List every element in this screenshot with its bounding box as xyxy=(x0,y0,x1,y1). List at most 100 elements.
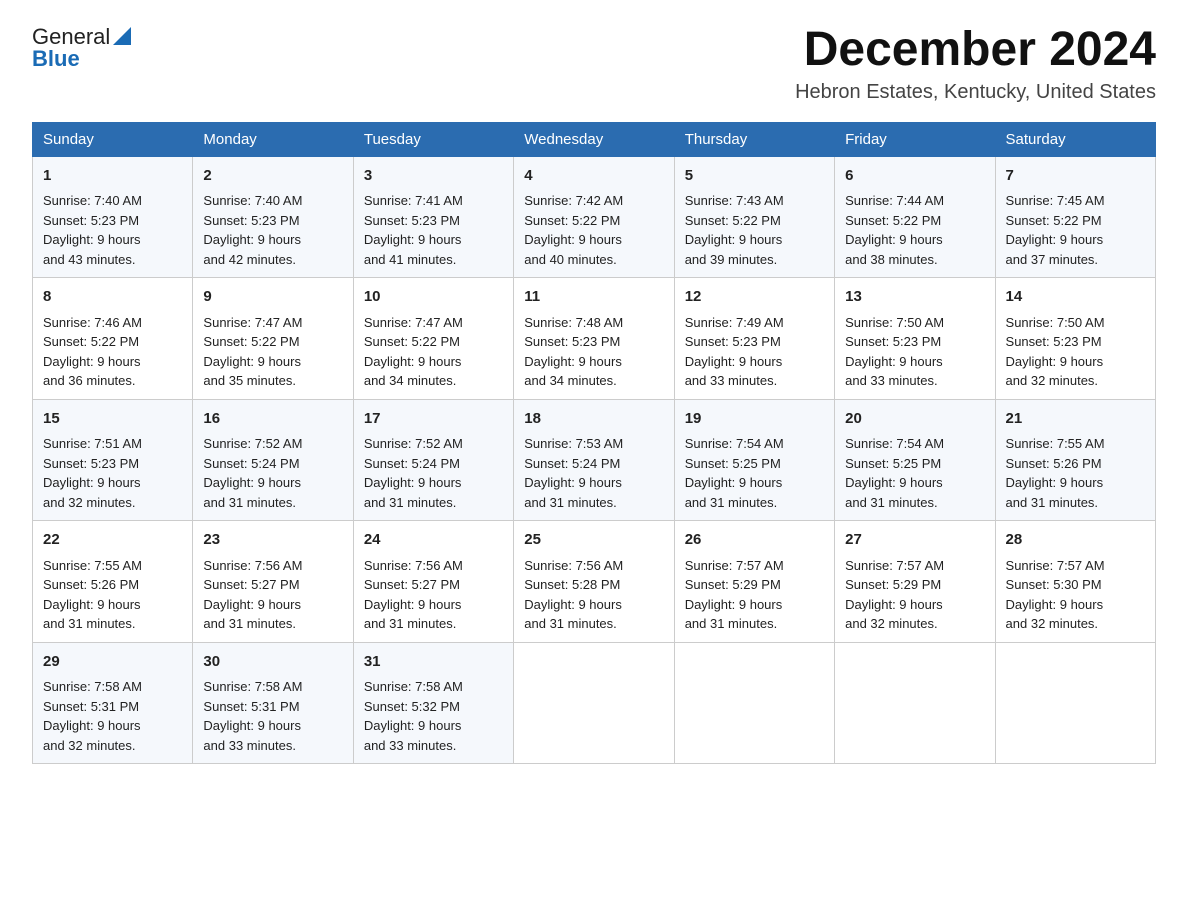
calendar-week-row: 29 Sunrise: 7:58 AMSunset: 5:31 PMDayligh… xyxy=(33,642,1156,764)
day-number: 23 xyxy=(203,529,342,552)
header-saturday: Saturday xyxy=(995,122,1155,156)
day-info: Sunrise: 7:56 AMSunset: 5:27 PMDaylight:… xyxy=(364,556,503,634)
calendar-cell: 10 Sunrise: 7:47 AMSunset: 5:22 PMDayligh… xyxy=(353,278,513,400)
day-number: 20 xyxy=(845,408,984,431)
calendar-cell: 3 Sunrise: 7:41 AMSunset: 5:23 PMDaylight… xyxy=(353,156,513,278)
day-info: Sunrise: 7:57 AMSunset: 5:29 PMDaylight:… xyxy=(685,556,824,634)
day-number: 15 xyxy=(43,408,182,431)
day-info: Sunrise: 7:50 AMSunset: 5:23 PMDaylight:… xyxy=(1006,313,1145,391)
header-wednesday: Wednesday xyxy=(514,122,674,156)
day-number: 29 xyxy=(43,651,182,674)
calendar-cell: 12 Sunrise: 7:49 AMSunset: 5:23 PMDayligh… xyxy=(674,278,834,400)
day-number: 25 xyxy=(524,529,663,552)
day-info: Sunrise: 7:57 AMSunset: 5:30 PMDaylight:… xyxy=(1006,556,1145,634)
header-sunday: Sunday xyxy=(33,122,193,156)
day-number: 21 xyxy=(1006,408,1145,431)
calendar-cell: 5 Sunrise: 7:43 AMSunset: 5:22 PMDaylight… xyxy=(674,156,834,278)
day-number: 8 xyxy=(43,286,182,309)
header-monday: Monday xyxy=(193,122,353,156)
logo-text-blue: Blue xyxy=(32,46,80,72)
day-number: 19 xyxy=(685,408,824,431)
calendar-cell xyxy=(835,642,995,764)
day-info: Sunrise: 7:49 AMSunset: 5:23 PMDaylight:… xyxy=(685,313,824,391)
calendar-cell: 25Sunrise: 7:56 AMSunset: 5:28 PMDayligh… xyxy=(514,521,674,643)
day-info: Sunrise: 7:50 AMSunset: 5:23 PMDaylight:… xyxy=(845,313,984,391)
day-number: 30 xyxy=(203,651,342,674)
calendar-cell: 22Sunrise: 7:55 AMSunset: 5:26 PMDayligh… xyxy=(33,521,193,643)
calendar-cell: 1Sunrise: 7:40 AMSunset: 5:23 PMDaylight… xyxy=(33,156,193,278)
day-number: 9 xyxy=(203,286,342,309)
day-number: 13 xyxy=(845,286,984,309)
day-info: Sunrise: 7:43 AMSunset: 5:22 PMDaylight:… xyxy=(685,191,824,269)
day-number: 31 xyxy=(364,651,503,674)
day-info: Sunrise: 7:45 AMSunset: 5:22 PMDaylight:… xyxy=(1006,191,1145,269)
day-info: Sunrise: 7:56 AMSunset: 5:27 PMDaylight:… xyxy=(203,556,342,634)
day-number: 26 xyxy=(685,529,824,552)
calendar-cell: 27 Sunrise: 7:57 AMSunset: 5:29 PMDayligh… xyxy=(835,521,995,643)
calendar-cell xyxy=(514,642,674,764)
calendar-cell: 14 Sunrise: 7:50 AMSunset: 5:23 PMDayligh… xyxy=(995,278,1155,400)
day-number: 24 xyxy=(364,529,503,552)
calendar-cell: 15 Sunrise: 7:51 AMSunset: 5:23 PMDayligh… xyxy=(33,399,193,521)
calendar-week-row: 22Sunrise: 7:55 AMSunset: 5:26 PMDayligh… xyxy=(33,521,1156,643)
calendar-header-row: SundayMondayTuesdayWednesdayThursdayFrid… xyxy=(33,122,1156,156)
calendar-week-row: 15 Sunrise: 7:51 AMSunset: 5:23 PMDayligh… xyxy=(33,399,1156,521)
calendar-cell: 21 Sunrise: 7:55 AMSunset: 5:26 PMDayligh… xyxy=(995,399,1155,521)
day-number: 2 xyxy=(203,165,342,188)
location-subtitle: Hebron Estates, Kentucky, United States xyxy=(795,81,1156,104)
calendar-cell: 23 Sunrise: 7:56 AMSunset: 5:27 PMDayligh… xyxy=(193,521,353,643)
month-year-title: December 2024 xyxy=(795,24,1156,77)
day-info: Sunrise: 7:57 AMSunset: 5:29 PMDaylight:… xyxy=(845,556,984,634)
day-number: 4 xyxy=(524,165,663,188)
day-number: 27 xyxy=(845,529,984,552)
day-number: 18 xyxy=(524,408,663,431)
calendar-cell: 19Sunrise: 7:54 AMSunset: 5:25 PMDayligh… xyxy=(674,399,834,521)
day-number: 12 xyxy=(685,286,824,309)
calendar-cell: 24 Sunrise: 7:56 AMSunset: 5:27 PMDayligh… xyxy=(353,521,513,643)
calendar-table: SundayMondayTuesdayWednesdayThursdayFrid… xyxy=(32,122,1156,765)
calendar-cell: 2Sunrise: 7:40 AMSunset: 5:23 PMDaylight… xyxy=(193,156,353,278)
day-number: 1 xyxy=(43,165,182,188)
logo-triangle-icon xyxy=(113,27,131,45)
header-thursday: Thursday xyxy=(674,122,834,156)
header-friday: Friday xyxy=(835,122,995,156)
day-info: Sunrise: 7:48 AMSunset: 5:23 PMDaylight:… xyxy=(524,313,663,391)
day-number: 11 xyxy=(524,286,663,309)
day-info: Sunrise: 7:42 AMSunset: 5:22 PMDaylight:… xyxy=(524,191,663,269)
calendar-week-row: 8 Sunrise: 7:46 AMSunset: 5:22 PMDaylight… xyxy=(33,278,1156,400)
calendar-cell: 26 Sunrise: 7:57 AMSunset: 5:29 PMDayligh… xyxy=(674,521,834,643)
calendar-cell: 4 Sunrise: 7:42 AMSunset: 5:22 PMDaylight… xyxy=(514,156,674,278)
calendar-cell: 7Sunrise: 7:45 AMSunset: 5:22 PMDaylight… xyxy=(995,156,1155,278)
day-info: Sunrise: 7:55 AMSunset: 5:26 PMDaylight:… xyxy=(1006,434,1145,512)
day-info: Sunrise: 7:47 AMSunset: 5:22 PMDaylight:… xyxy=(203,313,342,391)
calendar-cell: 6Sunrise: 7:44 AMSunset: 5:22 PMDaylight… xyxy=(835,156,995,278)
day-number: 3 xyxy=(364,165,503,188)
day-info: Sunrise: 7:46 AMSunset: 5:22 PMDaylight:… xyxy=(43,313,182,391)
day-number: 14 xyxy=(1006,286,1145,309)
calendar-cell: 31Sunrise: 7:58 AMSunset: 5:32 PMDayligh… xyxy=(353,642,513,764)
calendar-cell: 9 Sunrise: 7:47 AMSunset: 5:22 PMDaylight… xyxy=(193,278,353,400)
day-number: 6 xyxy=(845,165,984,188)
title-block: December 2024 Hebron Estates, Kentucky, … xyxy=(795,24,1156,104)
day-info: Sunrise: 7:58 AMSunset: 5:31 PMDaylight:… xyxy=(203,677,342,755)
day-number: 28 xyxy=(1006,529,1145,552)
calendar-cell: 8 Sunrise: 7:46 AMSunset: 5:22 PMDaylight… xyxy=(33,278,193,400)
day-info: Sunrise: 7:41 AMSunset: 5:23 PMDaylight:… xyxy=(364,191,503,269)
day-number: 10 xyxy=(364,286,503,309)
day-number: 5 xyxy=(685,165,824,188)
page-header: General Blue December 2024 Hebron Estate… xyxy=(32,24,1156,104)
calendar-week-row: 1Sunrise: 7:40 AMSunset: 5:23 PMDaylight… xyxy=(33,156,1156,278)
day-number: 22 xyxy=(43,529,182,552)
header-tuesday: Tuesday xyxy=(353,122,513,156)
day-info: Sunrise: 7:51 AMSunset: 5:23 PMDaylight:… xyxy=(43,434,182,512)
day-info: Sunrise: 7:54 AMSunset: 5:25 PMDaylight:… xyxy=(845,434,984,512)
calendar-cell: 13 Sunrise: 7:50 AMSunset: 5:23 PMDayligh… xyxy=(835,278,995,400)
day-info: Sunrise: 7:47 AMSunset: 5:22 PMDaylight:… xyxy=(364,313,503,391)
calendar-cell: 28 Sunrise: 7:57 AMSunset: 5:30 PMDayligh… xyxy=(995,521,1155,643)
day-number: 16 xyxy=(203,408,342,431)
day-info: Sunrise: 7:52 AMSunset: 5:24 PMDaylight:… xyxy=(203,434,342,512)
calendar-cell: 18Sunrise: 7:53 AMSunset: 5:24 PMDayligh… xyxy=(514,399,674,521)
calendar-cell: 17Sunrise: 7:52 AMSunset: 5:24 PMDayligh… xyxy=(353,399,513,521)
calendar-cell: 11 Sunrise: 7:48 AMSunset: 5:23 PMDayligh… xyxy=(514,278,674,400)
calendar-cell: 20 Sunrise: 7:54 AMSunset: 5:25 PMDayligh… xyxy=(835,399,995,521)
